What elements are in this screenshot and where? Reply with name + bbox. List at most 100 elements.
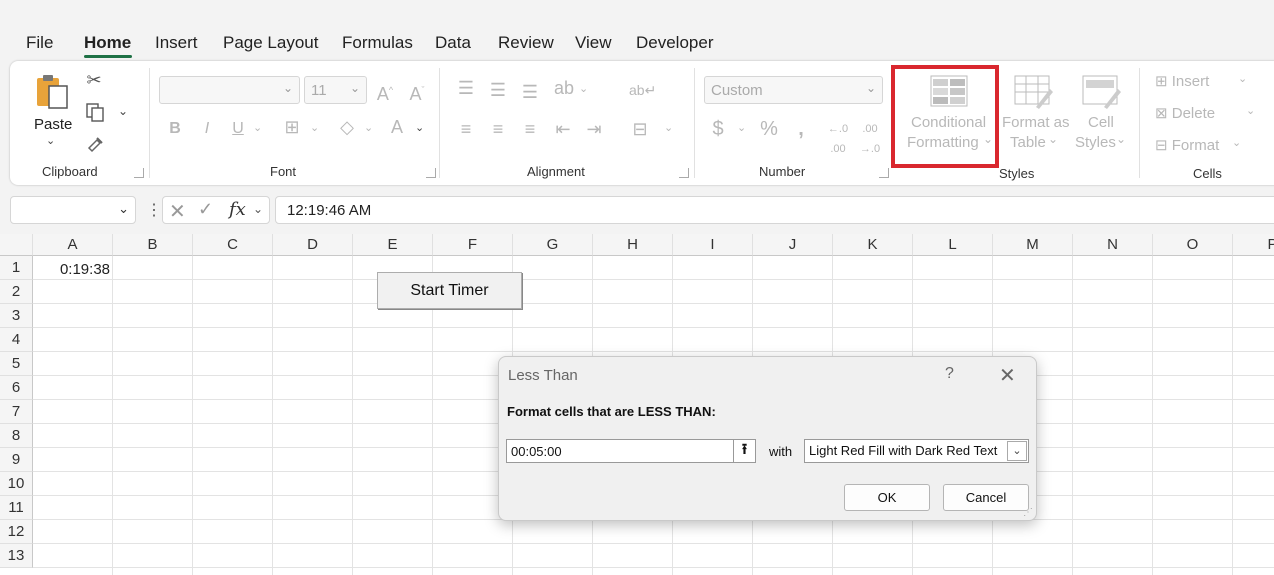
column-header[interactable]: F	[433, 234, 513, 256]
chevron-down-icon[interactable]: ⌄	[664, 121, 673, 134]
chevron-down-icon[interactable]: ⌄	[1232, 136, 1241, 149]
row-header[interactable]: 9	[0, 448, 33, 472]
column-header[interactable]: G	[513, 234, 593, 256]
decrease-font-icon[interactable]: Aˇ	[406, 80, 428, 104]
chevron-down-icon[interactable]: ⌄	[253, 121, 262, 134]
format-as-table-label-1[interactable]: Format as	[1002, 114, 1070, 131]
increase-font-icon[interactable]: A^	[374, 80, 396, 104]
chevron-down-icon[interactable]: ⌄	[253, 202, 263, 216]
column-header[interactable]: N	[1073, 234, 1153, 256]
chevron-down-icon[interactable]: ⌄	[579, 82, 588, 95]
font-size-select[interactable]: 11 ⌄	[304, 76, 367, 104]
tab-insert[interactable]: Insert	[155, 33, 198, 53]
row-header[interactable]: 1	[0, 256, 33, 280]
column-header[interactable]: J	[753, 234, 833, 256]
tab-developer[interactable]: Developer	[636, 33, 714, 53]
insert-function-icon[interactable]: fx	[229, 199, 246, 220]
row-header[interactable]: 6	[0, 376, 33, 400]
row-header[interactable]: 11	[0, 496, 33, 520]
tab-home[interactable]: Home	[84, 33, 131, 53]
align-top-icon[interactable]: ☰	[455, 78, 477, 98]
row-header[interactable]: 13	[0, 544, 33, 568]
cell-styles-label-2[interactable]: Styles	[1075, 134, 1116, 151]
column-header[interactable]: B	[113, 234, 193, 256]
alignment-launcher-icon[interactable]	[679, 168, 689, 178]
row-header[interactable]: 5	[0, 352, 33, 376]
percent-icon[interactable]: %	[757, 119, 781, 139]
decrease-decimal-icon[interactable]: .00 →.0	[857, 119, 883, 159]
align-right-icon[interactable]: ≡	[519, 119, 541, 139]
resize-grip-icon[interactable]: ⋰	[1023, 507, 1033, 518]
tab-view[interactable]: View	[575, 33, 612, 53]
column-header[interactable]: O	[1153, 234, 1233, 256]
comma-style-icon[interactable]: ,	[791, 119, 811, 139]
tab-page-layout[interactable]: Page Layout	[223, 33, 318, 53]
column-header[interactable]: P	[1233, 234, 1274, 256]
format-as-table-label-2[interactable]: Table	[1010, 134, 1046, 151]
chevron-down-icon[interactable]: ⌄	[364, 121, 373, 134]
wrap-text-icon[interactable]: ab↵	[629, 80, 656, 100]
orientation-icon[interactable]: ab	[553, 78, 575, 98]
chevron-down-icon[interactable]: ⌄	[310, 121, 319, 134]
column-header[interactable]: A	[33, 234, 113, 256]
tab-formulas[interactable]: Formulas	[342, 33, 413, 53]
merge-center-icon[interactable]: ⊟	[629, 119, 651, 139]
start-timer-button[interactable]: Start Timer	[377, 272, 522, 309]
align-left-icon[interactable]: ≡	[455, 119, 477, 139]
close-icon[interactable]: ✕	[999, 363, 1016, 388]
row-header[interactable]: 8	[0, 424, 33, 448]
copy-dropdown-chevron-icon[interactable]: ⌄	[118, 104, 128, 118]
align-center-icon[interactable]: ≡	[487, 119, 509, 139]
formula-input[interactable]: 12:19:46 AM	[275, 196, 1274, 224]
bold-icon[interactable]: B	[166, 119, 184, 139]
chevron-down-icon[interactable]: ⌄	[737, 121, 746, 134]
format-cells-button[interactable]: ⊟ Format	[1155, 136, 1219, 154]
number-format-select[interactable]: Custom ⌄	[704, 76, 883, 104]
currency-icon[interactable]: $	[708, 119, 728, 139]
chevron-down-icon[interactable]: ⌄	[1116, 132, 1126, 146]
help-icon[interactable]: ?	[945, 365, 954, 383]
delete-cells-button[interactable]: ⊠ Delete	[1155, 104, 1215, 122]
clipboard-launcher-icon[interactable]	[134, 168, 144, 178]
format-as-table-icon[interactable]	[1014, 75, 1054, 116]
more-options-icon[interactable]: ⋮	[146, 200, 162, 220]
select-all-corner[interactable]	[0, 234, 33, 256]
insert-cells-button[interactable]: ⊞ Insert	[1155, 72, 1209, 90]
cell-a1[interactable]: 0:19:38	[34, 258, 113, 281]
align-middle-icon[interactable]: ☰	[487, 80, 509, 100]
cut-icon[interactable]: ✂	[84, 70, 104, 90]
row-header[interactable]: 7	[0, 400, 33, 424]
cancel-button[interactable]: Cancel	[943, 484, 1029, 511]
align-bottom-icon[interactable]: ☰	[519, 82, 541, 102]
chevron-down-icon[interactable]: ⌄	[415, 121, 424, 134]
fill-color-icon[interactable]: ◇	[336, 117, 358, 137]
font-launcher-icon[interactable]	[426, 168, 436, 178]
copy-icon[interactable]	[84, 102, 106, 126]
name-box[interactable]: ⌄	[10, 196, 136, 224]
borders-icon[interactable]: ⊞	[281, 117, 303, 137]
column-header[interactable]: H	[593, 234, 673, 256]
chevron-down-icon[interactable]: ⌄	[1007, 441, 1027, 461]
increase-indent-icon[interactable]: ⇥	[583, 119, 605, 139]
row-header[interactable]: 3	[0, 304, 33, 328]
increase-decimal-icon[interactable]: ←.0.00	[825, 119, 851, 159]
row-header[interactable]: 4	[0, 328, 33, 352]
collapse-dialog-icon[interactable]: ⭱	[733, 440, 755, 462]
tab-data[interactable]: Data	[435, 33, 471, 53]
italic-icon[interactable]: I	[198, 119, 216, 139]
font-color-icon[interactable]: A	[386, 117, 408, 137]
column-header[interactable]: M	[993, 234, 1073, 256]
paste-label[interactable]: Paste	[34, 116, 72, 133]
column-header[interactable]: K	[833, 234, 913, 256]
cell-styles-label-1[interactable]: Cell	[1088, 114, 1114, 131]
confirm-entry-icon[interactable]: ✓	[198, 199, 213, 220]
row-header[interactable]: 10	[0, 472, 33, 496]
tab-file[interactable]: File	[26, 33, 53, 53]
decrease-indent-icon[interactable]: ⇤	[552, 119, 574, 139]
format-painter-icon[interactable]	[84, 134, 106, 158]
chevron-down-icon[interactable]: ⌄	[1048, 132, 1058, 146]
threshold-value-input[interactable]: 00:05:00	[506, 439, 756, 463]
column-header[interactable]: C	[193, 234, 273, 256]
column-header[interactable]: I	[673, 234, 753, 256]
cell-styles-icon[interactable]	[1082, 75, 1122, 116]
